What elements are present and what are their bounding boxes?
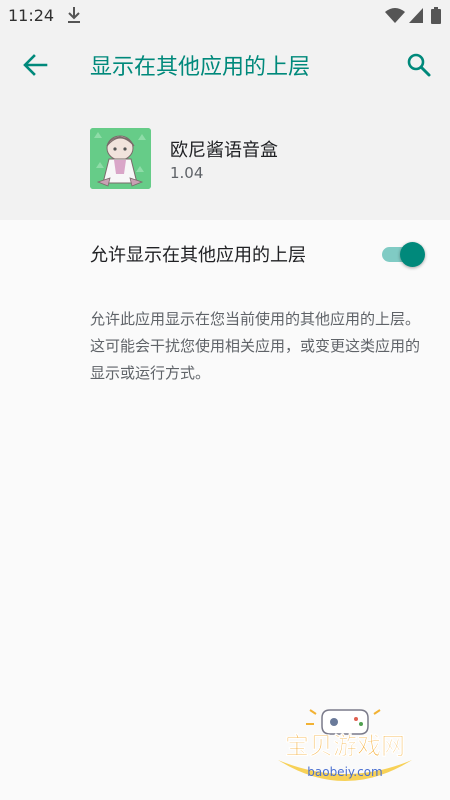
app-icon (90, 128, 151, 189)
permission-toggle[interactable] (380, 241, 426, 267)
battery-icon (431, 7, 441, 24)
permission-row[interactable]: 允许显示在其他应用的上层 (0, 222, 450, 286)
svg-text:baobeiy.com: baobeiy.com (307, 765, 382, 779)
toggle-thumb (400, 242, 425, 267)
status-time: 11:24 (8, 6, 55, 25)
search-icon[interactable] (406, 52, 432, 78)
app-name: 欧尼酱语音盒 (170, 140, 278, 161)
permission-description: 允许此应用显示在您当前使用的其他应用的上层。这可能会干扰您使用相关应用，或变更这… (90, 310, 421, 382)
page-title: 显示在其他应用的上层 (90, 55, 311, 80)
watermark-logo: 宝贝游戏网 baobeiy.com (272, 704, 418, 796)
app-header: 欧尼酱语音盒 1.04 (0, 98, 450, 220)
signal-icon (409, 8, 423, 23)
permission-label: 允许显示在其他应用的上层 (90, 245, 306, 266)
status-bar: 11:24 (0, 0, 450, 32)
svg-text:宝贝游戏网: 宝贝游戏网 (285, 732, 405, 760)
app-version: 1.04 (170, 164, 204, 182)
wifi-icon (385, 8, 405, 23)
back-arrow-icon[interactable] (22, 54, 48, 76)
download-icon (68, 7, 80, 23)
app-bar: 显示在其他应用的上层 (0, 32, 450, 98)
